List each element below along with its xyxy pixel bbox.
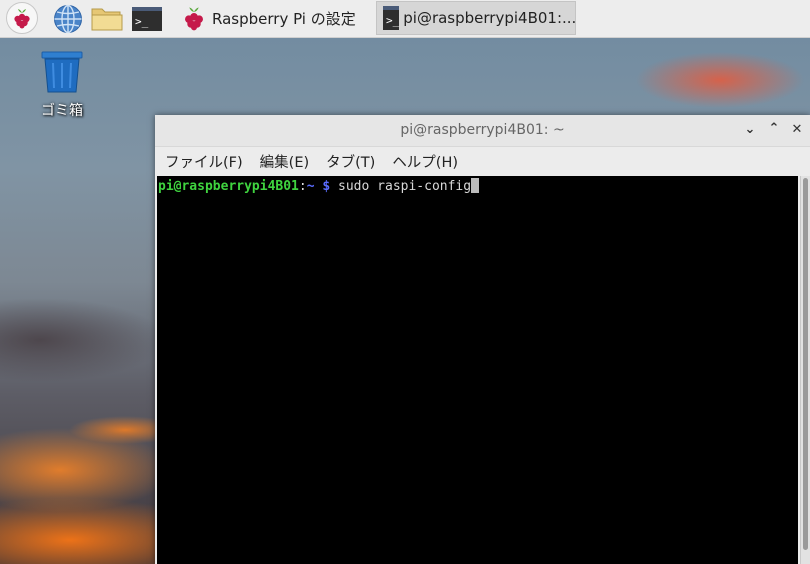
- prompt-user-host: pi@raspberrypi4B01: [158, 179, 299, 194]
- chevron-up-icon: ⌃: [768, 121, 780, 136]
- globe-icon: [54, 4, 82, 34]
- command-text: sudo raspi-config: [338, 179, 472, 194]
- task-terminal[interactable]: >_ pi@raspberrypi4B01:...: [376, 1, 576, 35]
- terminal-icon: >_: [383, 6, 400, 30]
- terminal-launcher[interactable]: >_: [130, 4, 164, 34]
- folder-icon: [91, 8, 123, 31]
- window-titlebar[interactable]: pi@raspberrypi4B01: ~ ⌄ ⌃ ✕: [155, 115, 810, 147]
- text-cursor: [471, 178, 480, 193]
- raspberry-icon: [14, 9, 30, 29]
- trash-label: ゴミ箱: [41, 103, 83, 119]
- menu-edit[interactable]: 編集(E): [260, 151, 309, 172]
- taskbar: >_ Raspberry Pi の設定 >_ pi@raspberrypi4B0…: [0, 0, 810, 38]
- web-browser-launcher[interactable]: [52, 4, 84, 34]
- close-button[interactable]: ✕: [788, 121, 806, 139]
- window-title: pi@raspberrypi4B01: ~: [400, 122, 565, 138]
- prompt-dollar: $: [322, 179, 331, 194]
- maximize-button[interactable]: ⌃: [765, 120, 783, 138]
- scrollbar-thumb[interactable]: [803, 178, 808, 550]
- menu-file[interactable]: ファイル(F): [165, 151, 243, 172]
- task-label: Raspberry Pi の設定: [212, 9, 356, 28]
- terminal-window: pi@raspberrypi4B01: ~ ⌄ ⌃ ✕ ファイル(F) 編集(E…: [155, 115, 810, 564]
- menu-button[interactable]: [6, 2, 38, 34]
- terminal-icon: >_: [132, 7, 162, 31]
- close-icon: ✕: [791, 122, 803, 137]
- menu-help[interactable]: ヘルプ(H): [392, 151, 458, 172]
- task-raspberry-pi-config[interactable]: Raspberry Pi の設定: [176, 1, 368, 35]
- trash-icon: [41, 51, 83, 93]
- task-label: pi@raspberrypi4B01:...: [403, 9, 577, 27]
- prompt-colon: :: [298, 179, 307, 194]
- raspberry-icon: [185, 7, 203, 31]
- menu-bar: ファイル(F) 編集(E) タブ(T) ヘルプ(H): [155, 147, 810, 176]
- desktop-trash[interactable]: ゴミ箱: [30, 50, 94, 120]
- terminal-area[interactable]: pi@raspberrypi4B01:~ $ sudo raspi-config: [157, 176, 798, 564]
- file-manager-launcher[interactable]: [90, 4, 124, 34]
- prompt-path: ~: [306, 179, 315, 194]
- chevron-down-icon: ⌄: [744, 122, 756, 137]
- menu-tabs[interactable]: タブ(T): [326, 151, 375, 172]
- minimize-button[interactable]: ⌄: [741, 121, 759, 139]
- terminal-scrollbar[interactable]: [800, 176, 810, 564]
